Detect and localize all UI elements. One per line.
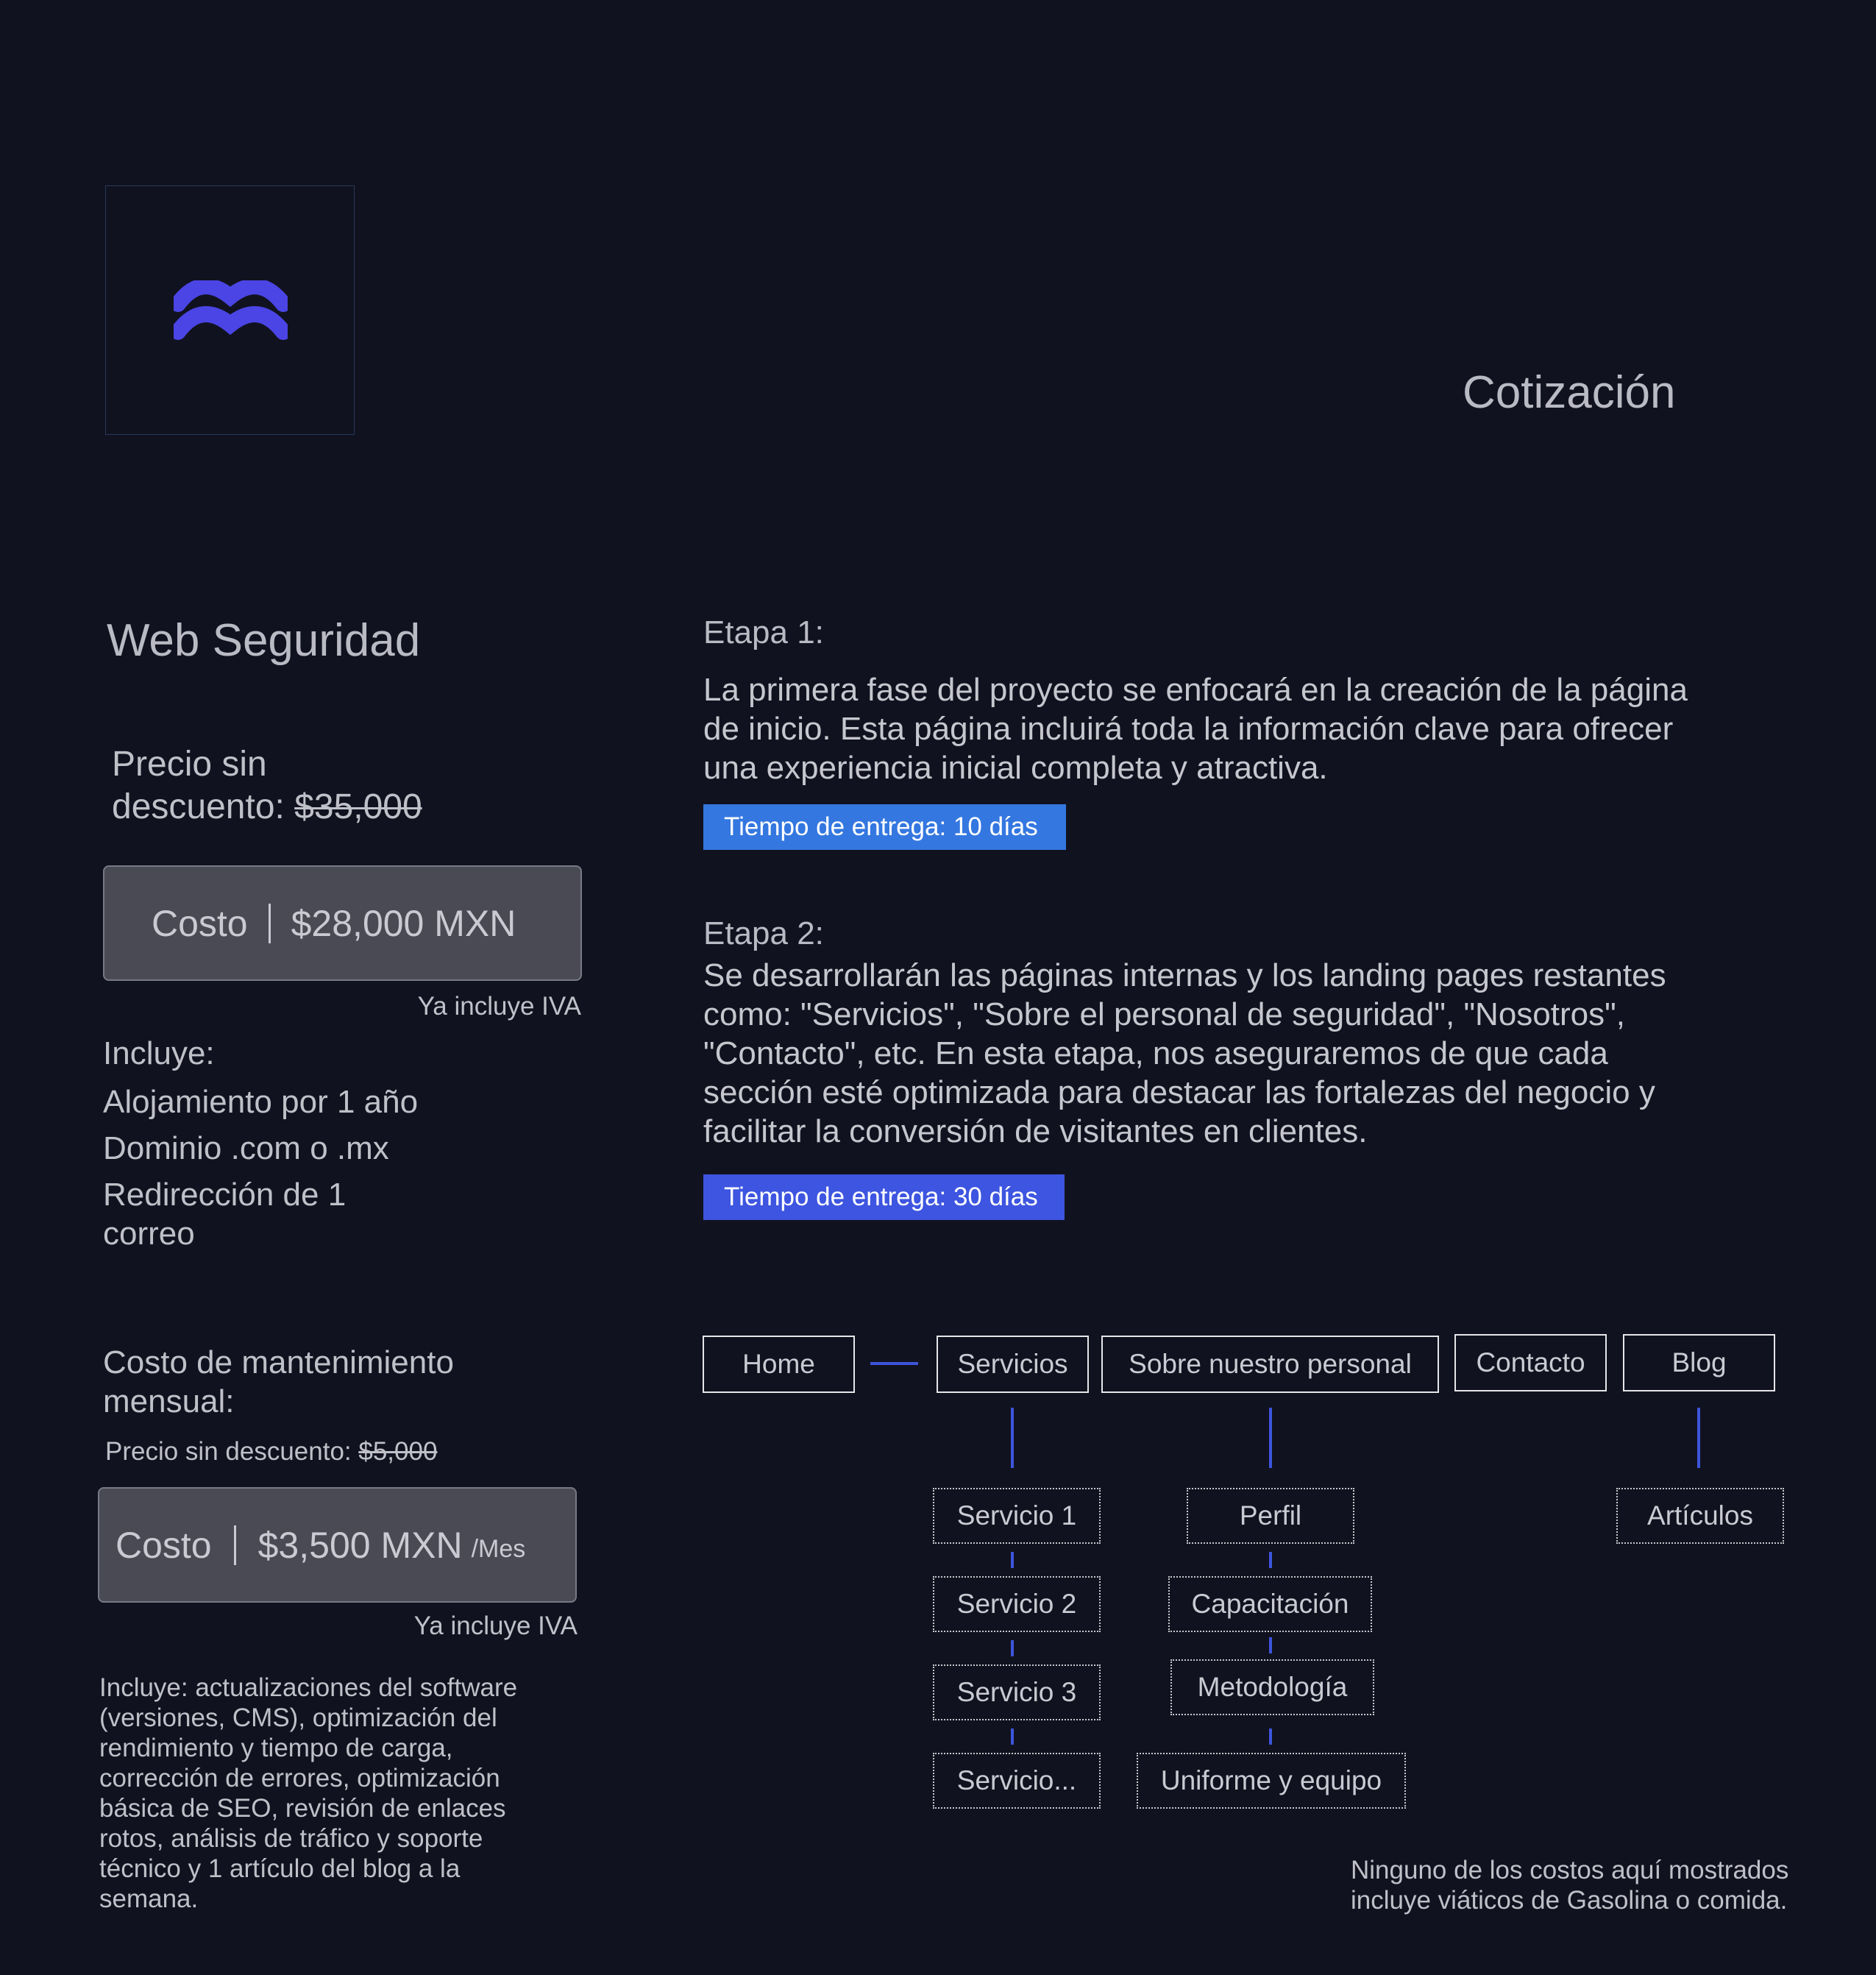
includes-item: Redirección de 1 [103,1177,347,1213]
includes-item: correo [103,1216,195,1252]
includes-item: Alojamiento por 1 año [103,1084,419,1120]
cost-separator [268,903,271,943]
connector-line [1011,1728,1014,1745]
sitemap-servicios: Servicios [937,1336,1089,1393]
connector-line [1697,1408,1700,1468]
sitemap-blog: Blog [1623,1334,1775,1391]
maintenance-cost-box: Costo $3,500 MXN /Mes [98,1487,577,1603]
connector-line [870,1362,918,1365]
pre-price-label-1: Precio sin [112,745,267,784]
cost-label: Costo [152,902,248,944]
footer-note-line: incluye viáticos de Gasolina o comida. [1351,1886,1788,1915]
maintenance-description: Incluye: actualizaciones del software (v… [99,1673,570,1914]
maintenance-pre-price-value: $5,000 [358,1437,438,1466]
maintenance-iva-note: Ya incluye IVA [413,1611,578,1640]
pre-discount-price: Precio sin descuento: $35,000 [112,743,553,829]
description-line: rendimiento y tiempo de carga, [99,1734,453,1762]
connector-line [1011,1552,1014,1568]
description-line: (versiones, CMS), optimización del [99,1703,497,1732]
sitemap-servicio-3: Servicio 3 [933,1664,1101,1720]
stage-1-line: La primera fase del proyecto se enfocará… [703,672,1688,708]
iva-note: Ya incluye IVA [417,992,581,1021]
sitemap-sobre-nuestro-personal: Sobre nuestro personal [1101,1336,1439,1393]
description-line: corrección de errores, optimización [99,1764,500,1793]
cost-value: $28,000 MXN [291,902,516,944]
product-title: Web Seguridad [107,615,421,666]
sitemap-perfil: Perfil [1187,1488,1354,1544]
pre-price-label-2: descuento: [112,787,295,826]
sitemap-contacto: Contacto [1454,1334,1607,1391]
connector-line [1011,1640,1014,1656]
stage-2-line: sección esté optimizada para destacar la… [703,1074,1655,1110]
footer-note: Ninguno de los costos aquí mostrados inc… [1351,1855,1836,1915]
stage-2-line: facilitar la conversión de visitantes en… [703,1113,1368,1149]
description-line: Incluye: actualizaciones del software [99,1673,518,1702]
maintenance-cost-value: $3,500 MXN [257,1524,463,1566]
logo [105,185,355,435]
sitemap-capacitacion: Capacitación [1168,1576,1372,1632]
description-line: básica de SEO, revisión de enlaces [99,1794,506,1823]
sitemap-metodologia: Metodología [1170,1659,1374,1715]
sitemap-servicio-more: Servicio... [933,1753,1101,1809]
stage-1-description: La primera fase del proyecto se enfocará… [703,670,1785,787]
cost-box: Costo $28,000 MXN [103,865,582,981]
pre-price-value: $35,000 [294,787,422,826]
sitemap-uniforme-y-equipo: Uniforme y equipo [1137,1753,1406,1809]
stage-2-line: Se desarrollarán las páginas internas y … [703,957,1666,993]
connector-line [1011,1408,1014,1468]
stage-2-delivery-badge: Tiempo de entrega: 30 días [703,1174,1065,1220]
stage-2-line: como: "Servicios", "Sobre el personal de… [703,996,1625,1032]
maintenance-cost-label: Costo [116,1524,212,1566]
maintenance-title-line: Costo de mantenimiento [103,1344,454,1380]
sitemap-servicio-2: Servicio 2 [933,1576,1101,1632]
maintenance-pre-price-label: Precio sin descuento: [105,1437,359,1466]
stage-1-line: una experiencia inicial completa y atrac… [703,750,1328,786]
includes-title: Incluye: [103,1035,215,1071]
connector-line [1269,1408,1272,1468]
stage-2-line: "Contacto", etc. En esta etapa, nos aseg… [703,1035,1608,1071]
stage-1-delivery-badge: Tiempo de entrega: 10 días [703,804,1066,850]
maintenance-cost-unit: /Mes [471,1535,526,1563]
includes-item: Dominio .com o .mx [103,1130,389,1166]
sitemap-servicio-1: Servicio 1 [933,1488,1101,1544]
maintenance-cost-separator [233,1525,236,1565]
maintenance-title: Costo de mantenimiento mensual: [103,1343,454,1421]
connector-line [1269,1728,1272,1745]
connector-line [1269,1552,1272,1568]
description-line: semana. [99,1884,199,1913]
maintenance-pre-price: Precio sin descuento: $5,000 [105,1437,437,1467]
description-line: rotos, análisis de tráfico y soporte [99,1824,483,1853]
waves-icon [174,280,288,340]
description-line: técnico y 1 artículo del blog a la [99,1854,461,1883]
connector-line [1269,1637,1272,1653]
document-title: Cotización [1463,367,1676,418]
stage-1-heading: Etapa 1: [703,614,824,650]
footer-note-line: Ninguno de los costos aquí mostrados [1351,1856,1789,1884]
stage-2-heading: Etapa 2: [703,915,824,951]
sitemap-home: Home [703,1336,855,1393]
stage-2-description: Se desarrollarán las páginas internas y … [703,956,1785,1151]
maintenance-title-line: mensual: [103,1383,235,1419]
stage-1-line: de inicio. Esta página incluirá toda la … [703,711,1674,747]
sitemap-articulos: Artículos [1616,1488,1784,1544]
